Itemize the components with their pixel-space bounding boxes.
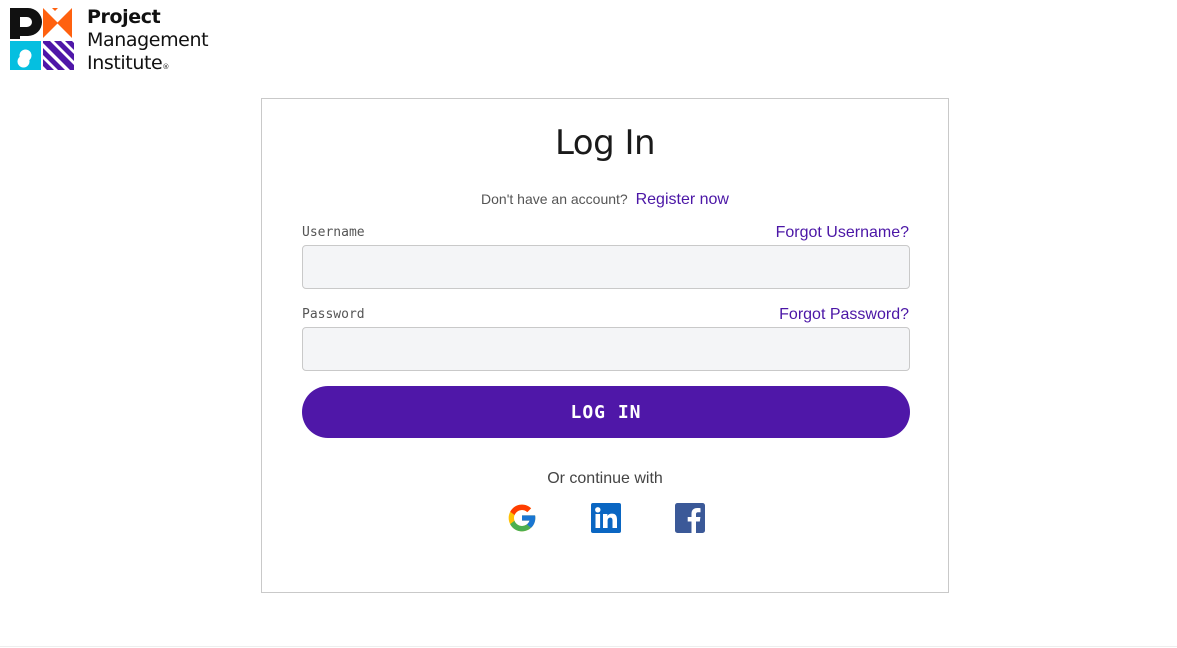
continue-with-text: Or continue with <box>547 470 663 487</box>
forgot-password-link[interactable]: Forgot Password? <box>779 306 909 324</box>
pmi-logo-mark-icon <box>10 8 74 70</box>
register-prompt: Don't have an account? Register now <box>262 191 948 209</box>
pmi-logo-text: Project Management Institute® <box>87 6 209 79</box>
username-input[interactable] <box>302 245 910 289</box>
pmi-logo[interactable]: Project Management Institute® <box>10 6 230 74</box>
login-card: Log In Don't have an account? Register n… <box>261 98 949 593</box>
facebook-login-button[interactable] <box>674 502 706 534</box>
linkedin-login-button[interactable] <box>590 502 622 534</box>
page-title: Log In <box>554 123 656 163</box>
logo-institute-word: Institute <box>87 52 163 74</box>
google-login-button[interactable] <box>506 502 538 534</box>
linkedin-icon <box>591 503 621 533</box>
no-account-text: Don't have an account? <box>481 191 628 207</box>
logo-line-management: Management <box>87 29 209 51</box>
login-button[interactable]: LOG IN <box>302 386 910 438</box>
password-input[interactable] <box>302 327 910 371</box>
page-bottom-divider <box>0 646 1177 647</box>
google-icon <box>508 504 536 532</box>
logo-line-project: Project <box>87 6 161 28</box>
password-label: Password <box>302 307 365 322</box>
logo-line-institute: Institute® <box>87 52 208 79</box>
facebook-icon <box>675 503 705 533</box>
username-label: Username <box>302 225 365 240</box>
registered-mark: ® <box>162 63 169 71</box>
register-link[interactable]: Register now <box>636 191 729 208</box>
forgot-username-link[interactable]: Forgot Username? <box>776 224 909 242</box>
